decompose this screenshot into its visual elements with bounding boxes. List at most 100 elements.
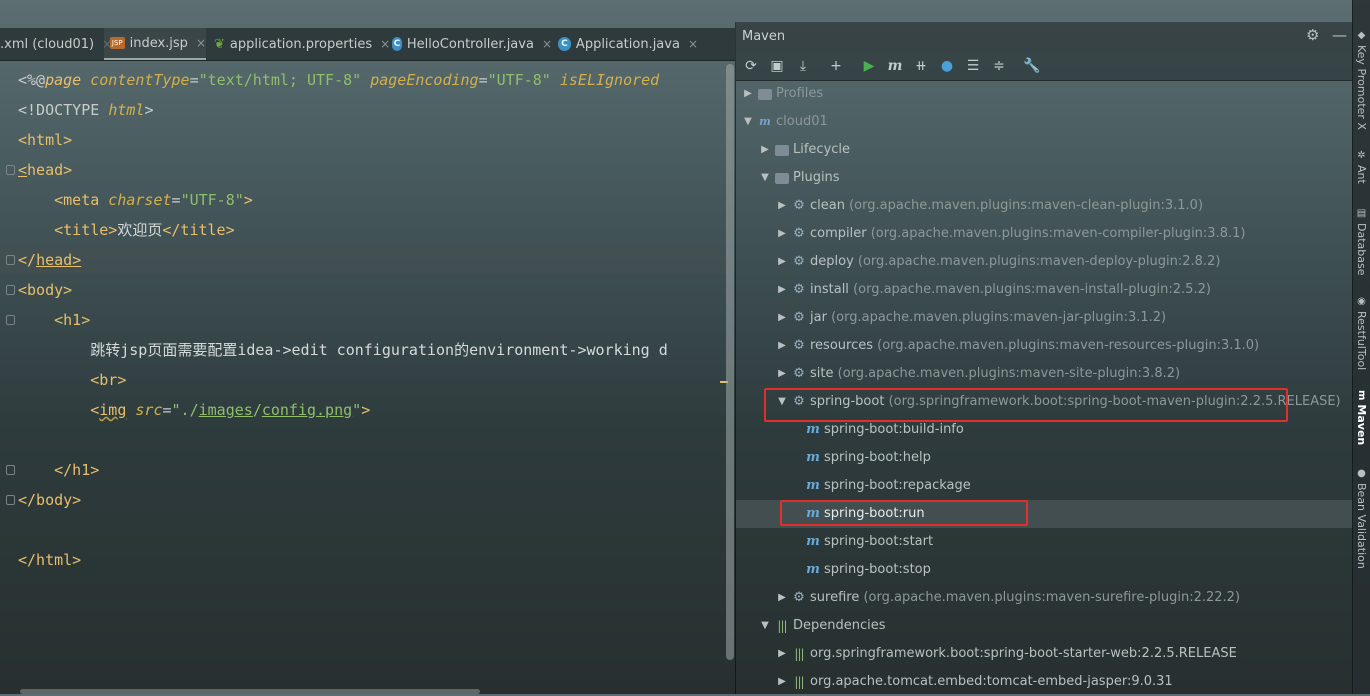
code-line: <!DOCTYPE html>: [0, 95, 728, 125]
dependency-node[interactable]: ▶ ||| org.springframework.boot:spring-boot…: [776, 640, 1237, 668]
chevron-right-icon[interactable]: ▶: [776, 304, 788, 332]
fold-marker-icon[interactable]: [6, 165, 15, 175]
dependency-node[interactable]: ▶ ||| org.apache.tomcat.embed:tomcat-embed…: [776, 668, 1173, 696]
chevron-right-icon[interactable]: ▶: [776, 668, 788, 696]
download-icon[interactable]: ⤓: [792, 56, 814, 76]
goal-node-start[interactable]: m spring-boot:start: [806, 528, 933, 556]
close-icon[interactable]: ×: [542, 37, 552, 51]
tab-hello-controller[interactable]: C HelloController.java ×: [388, 28, 552, 60]
maven-toolbar: ⟳ ▣ ⤓ + ▶ m ⧺ ● ☰ ≑ 🔧: [736, 52, 1353, 81]
chevron-down-icon[interactable]: ▼: [759, 612, 771, 640]
code-token: img: [99, 401, 127, 419]
add-icon[interactable]: +: [825, 56, 847, 76]
reload-icon[interactable]: ⟳: [740, 56, 762, 76]
annotation-box-spring-boot-run: [780, 500, 1028, 526]
tool-restfultool[interactable]: ◉ RestfulTool: [1355, 296, 1368, 370]
plugin-coordinates: (org.apache.maven.plugins:maven-clean-pl…: [849, 198, 1204, 213]
code-token: pageEncoding: [361, 71, 479, 89]
tree-node-lifecycle[interactable]: ▶ Lifecycle: [759, 136, 850, 164]
chevron-down-icon[interactable]: ▼: [742, 108, 754, 136]
fold-marker-icon[interactable]: [6, 255, 15, 265]
plugin-node-site[interactable]: ▶ ⚙ site (org.apache.maven.plugins:maven-s…: [776, 360, 1180, 388]
maven-tool-window: Maven ⚙ — ⟳ ▣ ⤓ + ▶ m ⧺ ● ☰ ≑ 🔧 ▶ Profile…: [735, 22, 1353, 694]
chevron-right-icon[interactable]: ▶: [742, 80, 754, 108]
skip-tests-icon[interactable]: ●: [936, 56, 958, 76]
chevron-right-icon[interactable]: ▶: [776, 248, 788, 276]
goal-label: spring-boot:stop: [824, 562, 931, 577]
chevron-right-icon[interactable]: ▶: [776, 220, 788, 248]
plugin-coordinates: (org.apache.maven.plugins:maven-compiler…: [870, 226, 1246, 241]
fold-marker-icon[interactable]: [6, 285, 15, 295]
tool-key-promoter[interactable]: ◆ Key Promoter X: [1355, 30, 1368, 130]
chevron-right-icon[interactable]: ▶: [776, 192, 788, 220]
chevron-down-icon[interactable]: ▼: [759, 164, 771, 192]
tool-database[interactable]: ▤ Database: [1355, 208, 1368, 276]
tab-pom-xml[interactable]: .xml (cloud01)×: [0, 28, 112, 60]
code-line: <h1>: [0, 305, 728, 335]
plugin-node-resources[interactable]: ▶ ⚙ resources (org.apache.maven.plugins:ma…: [776, 332, 1259, 360]
code-area[interactable]: <%@page contentType="text/html; UTF-8" p…: [0, 62, 728, 694]
folder-icon: [775, 144, 789, 156]
settings-wrench-icon[interactable]: 🔧: [1021, 56, 1043, 76]
code-token: <%@: [18, 71, 46, 89]
chevron-right-icon[interactable]: ▶: [776, 332, 788, 360]
chevron-right-icon[interactable]: ▶: [776, 584, 788, 612]
horizontal-scrollbar[interactable]: [20, 689, 480, 694]
fold-marker-icon[interactable]: [6, 315, 15, 325]
plugin-node-deploy[interactable]: ▶ ⚙ deploy (org.apache.maven.plugins:maven…: [776, 248, 1220, 276]
chevron-right-icon[interactable]: ▶: [776, 360, 788, 388]
plugin-name: deploy: [810, 254, 854, 269]
properties-leaf-icon: ❦: [214, 36, 225, 52]
tree-node-dependencies[interactable]: ▼ ||| Dependencies: [759, 612, 885, 640]
chevron-right-icon[interactable]: ▶: [776, 276, 788, 304]
code-token: "UTF-8": [487, 71, 551, 89]
code-token: </h1>: [18, 461, 100, 479]
goal-node-stop[interactable]: m spring-boot:stop: [806, 556, 931, 584]
toggle-offline-icon[interactable]: ⧺: [910, 56, 932, 76]
chevron-right-icon[interactable]: ▶: [759, 136, 771, 164]
plugin-coordinates: (org.apache.maven.plugins:maven-jar-plug…: [831, 310, 1167, 325]
run-icon[interactable]: ▶: [858, 56, 880, 76]
plugin-icon: ⚙: [793, 590, 805, 605]
tree-node-plugins[interactable]: ▼ Plugins: [759, 164, 839, 192]
fold-marker-icon[interactable]: [6, 495, 15, 505]
collapse-all-icon[interactable]: ≑: [988, 56, 1010, 76]
goal-node-help[interactable]: m spring-boot:help: [806, 444, 931, 472]
chevron-right-icon[interactable]: ▶: [776, 640, 788, 668]
tool-ant[interactable]: ✲ Ant: [1355, 150, 1368, 184]
tab-index-jsp[interactable]: JSP index.jsp ×: [104, 28, 206, 60]
database-icon: ▤: [1356, 208, 1367, 219]
code-token: "UTF-8": [180, 191, 244, 209]
execute-goal-icon[interactable]: m: [884, 56, 906, 76]
gear-icon[interactable]: ⚙: [1306, 26, 1319, 44]
generate-sources-icon[interactable]: ▣: [766, 56, 788, 76]
tab-application-java[interactable]: C Application.java ×: [554, 28, 698, 60]
close-icon[interactable]: ×: [196, 36, 206, 50]
code-token: <title>: [18, 221, 118, 239]
tool-bean-validation[interactable]: ● Bean Validation: [1355, 468, 1368, 569]
vertical-scrollbar[interactable]: [726, 64, 734, 660]
code-token: ": [352, 401, 362, 419]
code-token: images: [198, 401, 253, 419]
plugin-node-surefire[interactable]: ▶ ⚙ surefire (org.apache.maven.plugins:mav…: [776, 584, 1240, 612]
plugin-node-clean[interactable]: ▶ ⚙ clean (org.apache.maven.plugins:maven-…: [776, 192, 1203, 220]
close-icon[interactable]: ×: [688, 37, 698, 51]
tree-node-profiles[interactable]: ▶ Profiles: [742, 80, 823, 108]
code-line: <img src="./images/config.png">: [0, 395, 728, 425]
plugin-coordinates: (org.apache.maven.plugins:maven-surefire…: [863, 590, 1241, 605]
code-token: <meta: [18, 191, 100, 209]
plugin-node-jar[interactable]: ▶ ⚙ jar (org.apache.maven.plugins:maven-ja…: [776, 304, 1166, 332]
plugin-node-compiler[interactable]: ▶ ⚙ compiler (org.apache.maven.plugins:mav…: [776, 220, 1245, 248]
folder-icon: [775, 172, 789, 184]
show-dependencies-icon[interactable]: ☰: [962, 56, 984, 76]
tree-node-project[interactable]: ▼ m cloud01: [742, 108, 828, 136]
tool-maven[interactable]: m Maven: [1355, 390, 1368, 445]
plugin-node-install[interactable]: ▶ ⚙ install (org.apache.maven.plugins:mave…: [776, 276, 1211, 304]
fold-marker-icon[interactable]: [6, 465, 15, 475]
code-token: </body>: [18, 491, 82, 509]
code-editor[interactable]: .xml (cloud01)× JSPindex.jsp× ❦applicati…: [0, 0, 735, 694]
dependencies-icon: |||: [777, 619, 787, 633]
tab-application-properties[interactable]: ❦ application.properties ×: [210, 28, 390, 60]
minimize-icon[interactable]: —: [1332, 26, 1347, 44]
goal-node-repackage[interactable]: m spring-boot:repackage: [806, 472, 971, 500]
